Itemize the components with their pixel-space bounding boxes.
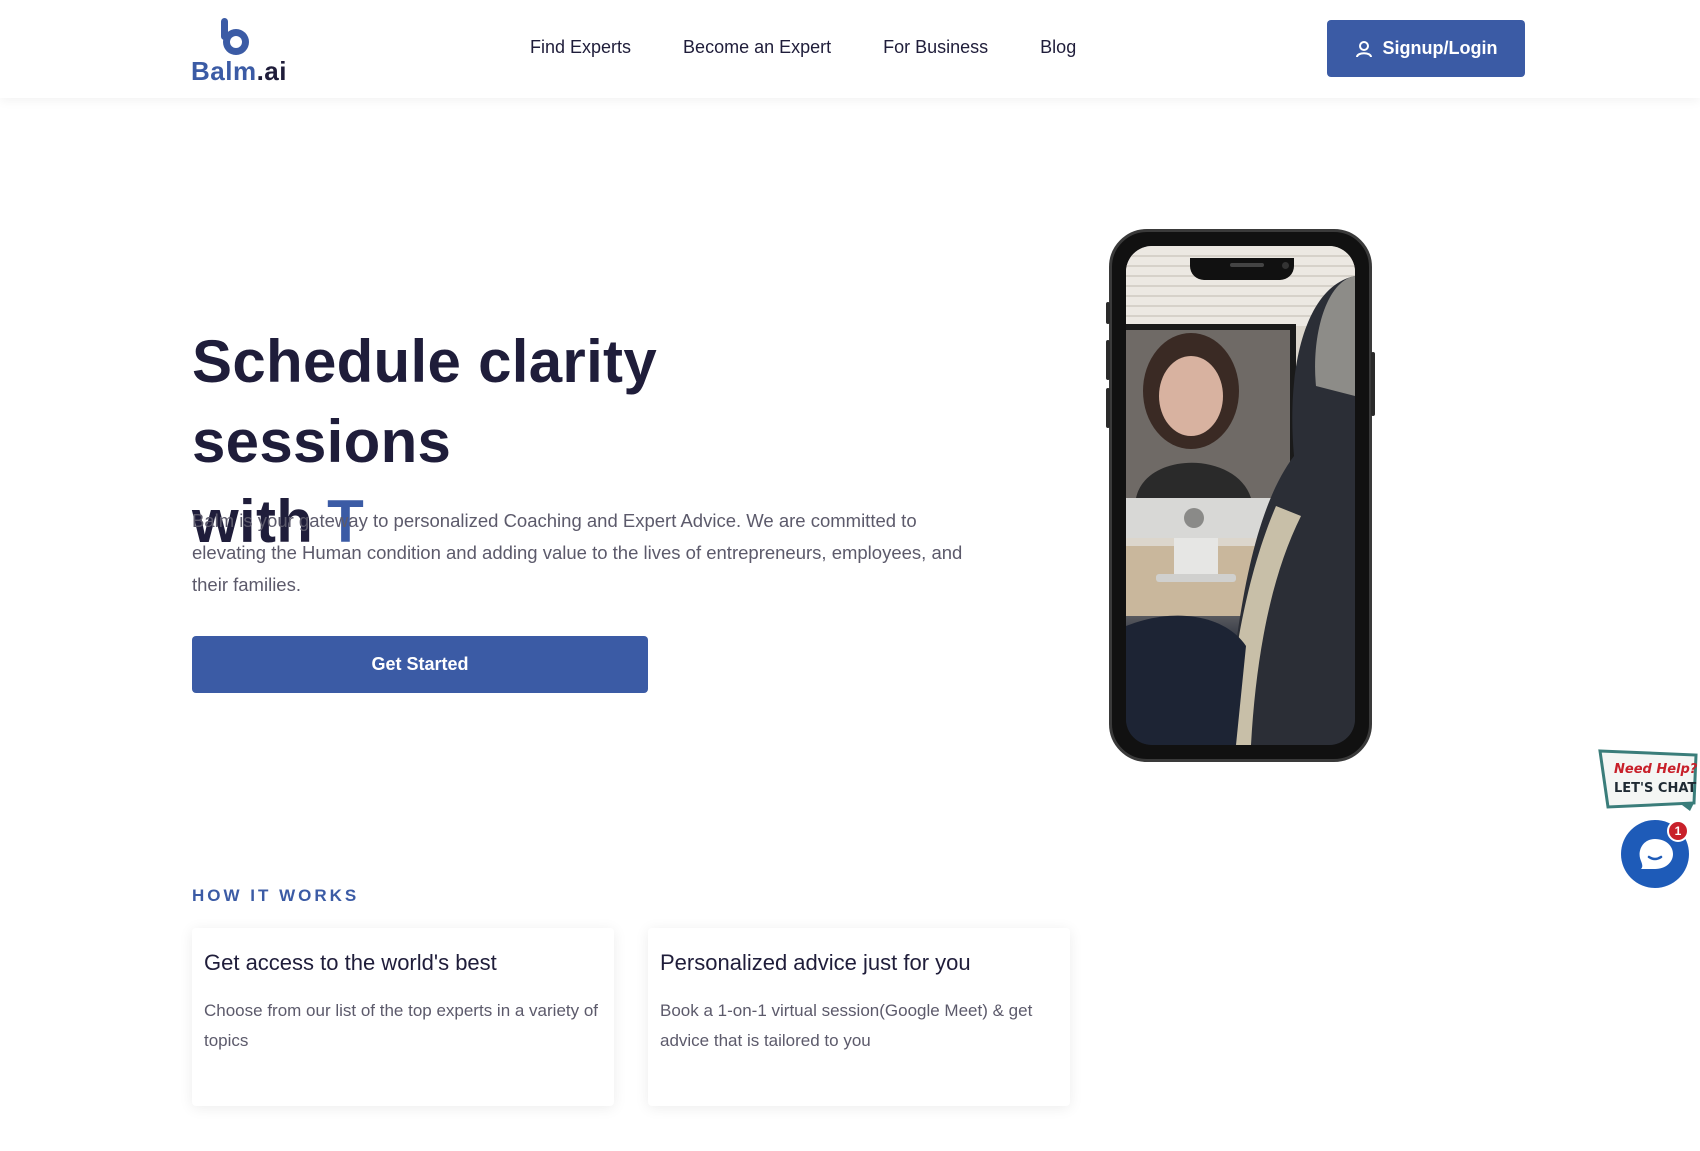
main-nav: Find Experts Become an Expert For Busine… bbox=[530, 37, 1128, 58]
need-help-sign[interactable]: Need Help? LET'S CHAT bbox=[1598, 747, 1698, 811]
nav-item-blog[interactable]: Blog bbox=[1040, 37, 1076, 58]
hero-description: Balm is your gateway to personalized Coa… bbox=[192, 510, 963, 595]
hero-title-line1: Schedule clarity sessions bbox=[192, 328, 657, 475]
nav-item-for-business[interactable]: For Business bbox=[883, 37, 988, 58]
feature-card-advice: Personalized advice just for you Book a … bbox=[648, 928, 1070, 1106]
chat-sign-line1: Need Help? bbox=[1614, 762, 1698, 777]
logo-text: Balm.ai bbox=[191, 56, 287, 87]
how-it-works-label: HOW IT WORKS bbox=[192, 886, 360, 905]
user-icon bbox=[1355, 40, 1372, 57]
logo[interactable]: Balm.ai bbox=[191, 18, 286, 86]
site-header: Balm.ai Find Experts Become an Expert Fo… bbox=[0, 0, 1700, 98]
logo-text-main: Balm bbox=[191, 56, 257, 86]
phone-speaker bbox=[1230, 263, 1264, 267]
chat-sign-line2: LET'S CHAT bbox=[1614, 781, 1696, 796]
video-call-illustration bbox=[1126, 246, 1355, 745]
nav-item-become-expert[interactable]: Become an Expert bbox=[683, 37, 831, 58]
feature-card-title: Get access to the world's best bbox=[204, 950, 497, 975]
feature-card-text: Choose from our list of the top experts … bbox=[204, 1001, 599, 1050]
phone-side-button bbox=[1106, 340, 1110, 380]
chat-sign-graphic: Need Help? LET'S CHAT bbox=[1598, 749, 1698, 811]
get-started-button[interactable]: Get Started bbox=[192, 636, 648, 693]
phone-mockup bbox=[1106, 229, 1375, 762]
nav-item-find-experts[interactable]: Find Experts bbox=[530, 37, 631, 58]
feature-card-title: Personalized advice just for you bbox=[660, 950, 971, 975]
phone-screen-video bbox=[1126, 246, 1355, 745]
phone-side-button bbox=[1106, 388, 1110, 428]
chat-notification-badge: 1 bbox=[1667, 820, 1689, 842]
logo-text-suffix: .ai bbox=[256, 56, 287, 86]
signup-login-button[interactable]: Signup/Login bbox=[1327, 20, 1525, 77]
phone-side-button bbox=[1106, 302, 1110, 324]
phone-notch bbox=[1190, 258, 1294, 280]
phone-camera bbox=[1282, 262, 1289, 269]
feature-card-text: Book a 1-on-1 virtual session(Google Mee… bbox=[660, 1001, 1033, 1050]
logo-mark-icon bbox=[221, 18, 249, 55]
phone-side-button bbox=[1371, 352, 1375, 416]
feature-card-access: Get access to the world's best Choose fr… bbox=[192, 928, 614, 1106]
get-started-label: Get Started bbox=[371, 654, 469, 674]
signup-login-label: Signup/Login bbox=[1382, 38, 1498, 58]
